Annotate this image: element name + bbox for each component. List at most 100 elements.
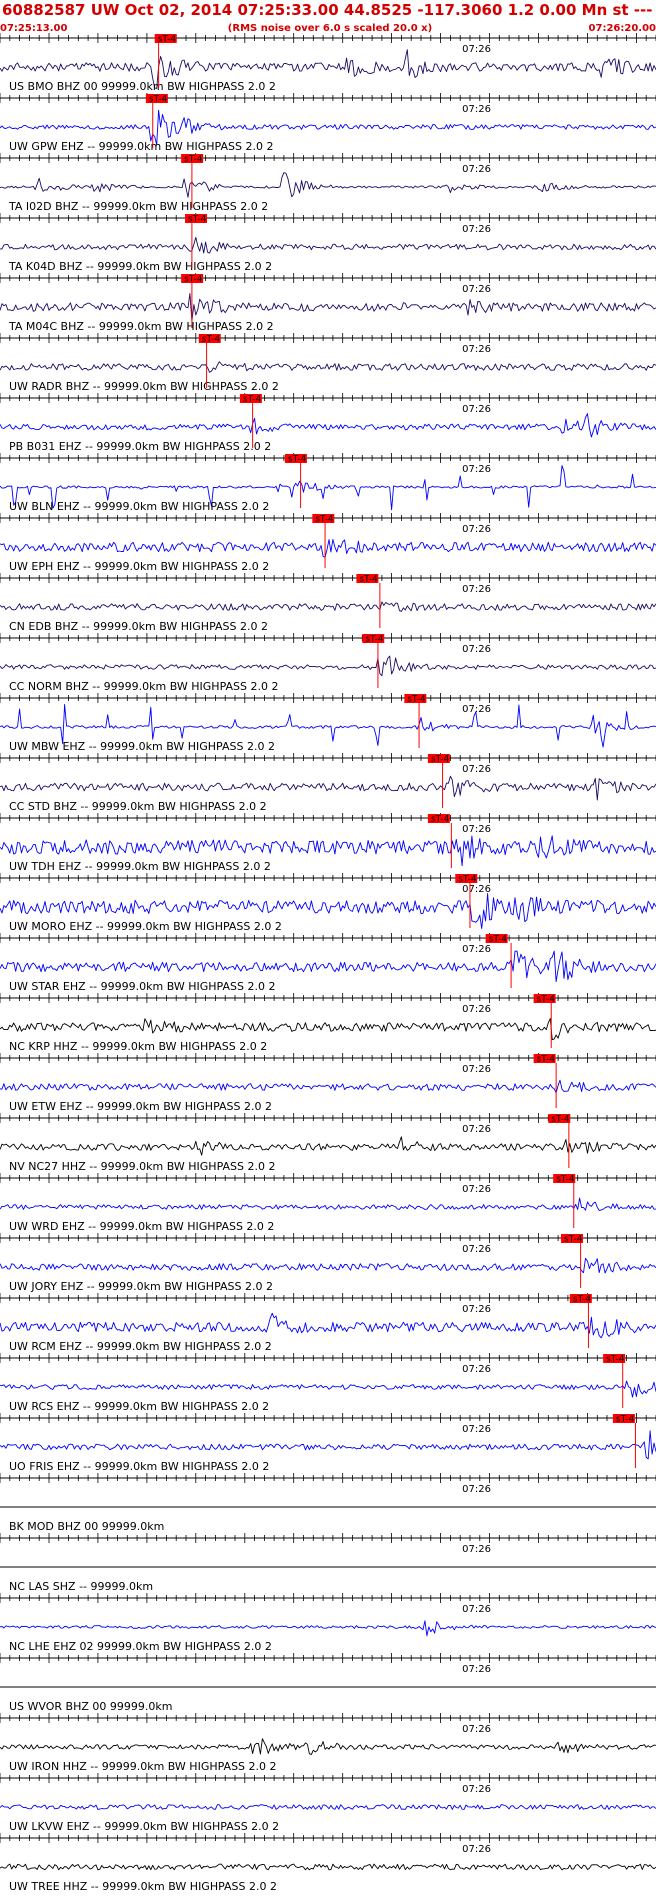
trace-row: 07:26 UW ETW EHZ -- 99999.0km BW HIGHPASS… [0,1053,656,1113]
trace-row: 07:26 CN EDB BHZ -- 99999.0km BW HIGHPASS… [0,573,656,633]
minute-tick-label: 07:26 [462,1364,491,1375]
minute-tick-label: 07:26 [462,164,491,175]
pick-marker-label: sT-4 [184,275,203,285]
pick-marker-label: sT-4 [616,1415,635,1425]
minute-tick-label: 07:26 [462,1004,491,1015]
pick-marker-label: sT-4 [202,335,221,345]
station-label: UW IRON HHZ -- 99999.0km BW HIGHPASS 2.0… [9,1760,277,1773]
window-start-time: 07:25:13.00 [0,23,68,34]
trace-row: 07:26 NC LHE EHZ 02 99999.0km BW HIGHPASS… [0,1593,656,1653]
seismic-waveform [0,361,656,373]
trace-row: 07:26 UW LKVW EHZ -- 99999.0km BW HIGHPAS… [0,1773,656,1833]
seismic-waveform [0,601,656,612]
minute-tick-label: 07:26 [462,104,491,115]
station-label: PB B031 EHZ -- 99999.0km BW HIGHPASS 2.0… [9,440,271,453]
window-end-time: 07:26:20.00 [589,23,656,34]
seismic-waveform [0,1804,656,1810]
trace-row: 07:26 NC LAS SHZ -- 99999.0km [0,1533,656,1593]
seismic-waveform [0,1017,656,1041]
minute-tick-label: 07:26 [462,464,491,475]
station-label: UW STAR EHZ -- 99999.0km BW HIGHPASS 2.0… [9,980,275,993]
minute-tick-label: 07:26 [462,824,491,835]
pick-marker-label: sT-4 [365,635,384,645]
trace-row: 07:26 UW STAR EHZ -- 99999.0km BW HIGHPAS… [0,933,656,993]
noise-scaling-note: (RMS noise over 6.0 s scaled 20.0 x) [228,23,432,34]
station-label: US WVOR BHZ 00 99999.0km [9,1700,172,1713]
minute-tick-label: 07:26 [462,884,491,895]
seismic-waveform [0,413,656,438]
trace-row: 07:26 US WVOR BHZ 00 99999.0km [0,1653,656,1713]
trace-list: 07:26 US BMO BHZ 00 99999.0km BW HIGHPASS… [0,33,656,1893]
trace-row: 07:26 BK MOD BHZ 00 99999.0km [0,1473,656,1533]
station-label: TA K04D BHZ -- 99999.0km BW HIGHPASS 2.0… [8,260,272,273]
seismic-waveform [0,1738,656,1755]
seismic-waveform [0,1430,656,1460]
pick-marker-label: sT-4 [551,1115,570,1125]
minute-tick-label: 07:26 [462,644,491,655]
trace-row: 07:26 UW JORY EHZ -- 99999.0km BW HIGHPAS… [0,1233,656,1293]
trace-row: 07:26 UW RCM EHZ -- 99999.0km BW HIGHPASS… [0,1293,656,1353]
station-label: UW EPH EHZ -- 99999.0km BW HIGHPASS 2.0 … [9,560,269,573]
minute-tick-label: 07:26 [462,224,491,235]
trace-row: 07:26 UW WRD EHZ -- 99999.0km BW HIGHPASS… [0,1173,656,1233]
station-label: CC STD BHZ -- 99999.0km BW HIGHPASS 2.0 … [9,800,267,813]
station-label: UW LKVW EHZ -- 99999.0km BW HIGHPASS 2.0… [9,1820,279,1833]
station-label: UW TDH EHZ -- 99999.0km BW HIGHPASS 2.0 … [9,860,271,873]
minute-tick-label: 07:26 [462,44,491,55]
station-label: NV NC27 HHZ -- 99999.0km BW HIGHPASS 2.0… [9,1160,275,1173]
seismic-waveform [0,236,656,254]
station-label: UW TREE HHZ -- 99999.0km BW HIGHPASS 2.0… [9,1880,277,1893]
trace-row: 07:26 UW RCS EHZ -- 99999.0km BW HIGHPASS… [0,1353,656,1413]
trace-row: 07:26 UW MBW EHZ -- 99999.0km BW HIGHPASS… [0,693,656,753]
minute-tick-label: 07:26 [462,1304,491,1315]
seismic-waveform [0,1197,656,1211]
trace-row: 07:26 TA M04C BHZ -- 99999.0km BW HIGHPAS… [0,273,656,333]
minute-tick-label: 07:26 [462,1604,491,1615]
station-label: TA M04C BHZ -- 99999.0km BW HIGHPASS 2.0… [8,320,274,333]
trace-row: 07:26 UW EPH EHZ -- 99999.0km BW HIGHPASS… [0,513,656,573]
seismic-waveform [0,1136,656,1156]
trace-row: 07:26 UO FRIS EHZ -- 99999.0km BW HIGHPAS… [0,1413,656,1473]
station-label: US BMO BHZ 00 99999.0km BW HIGHPASS 2.0 … [9,80,276,93]
minute-tick-label: 07:26 [462,404,491,415]
trace-row: 07:26 UW RADR BHZ -- 99999.0km BW HIGHPAS… [0,333,656,393]
minute-tick-label: 07:26 [462,524,491,535]
minute-tick-label: 07:26 [462,1544,491,1555]
minute-tick-label: 07:26 [462,284,491,295]
minute-tick-label: 07:26 [462,584,491,595]
seismic-waveform [0,1257,656,1274]
seismic-waveform [0,1079,656,1094]
trace-row: 07:26 PB B031 EHZ -- 99999.0km BW HIGHPAS… [0,393,656,453]
trace-row: 07:26 TA I02D BHZ -- 99999.0km BW HIGHPAS… [0,153,656,213]
seismic-waveform [0,292,656,322]
minute-tick-label: 07:26 [462,944,491,955]
pick-marker-label: sT-4 [188,215,207,225]
pick-marker-label: sT-4 [288,455,307,465]
minute-tick-label: 07:26 [462,1184,491,1195]
seismic-waveform [0,1312,656,1339]
minute-tick-label: 07:26 [462,1424,491,1435]
seismic-waveform [0,655,656,677]
station-label: UW MORO EHZ -- 99999.0km BW HIGHPASS 2.0… [9,920,282,933]
station-label: UW RCM EHZ -- 99999.0km BW HIGHPASS 2.0 … [9,1340,272,1353]
station-label: UW RCS EHZ -- 99999.0km BW HIGHPASS 2.0 … [9,1400,269,1413]
pick-marker-label: sT-4 [564,1235,583,1245]
pick-marker-label: sT-4 [158,35,177,45]
station-label: UW GPW EHZ -- 99999.0km BW HIGHPASS 2.0 … [9,140,273,153]
station-label: CC NORM BHZ -- 99999.0km BW HIGHPASS 2.0… [9,680,278,693]
station-label: UW RADR BHZ -- 99999.0km BW HIGHPASS 2.0… [9,380,279,393]
pick-marker-label: sT-4 [537,995,556,1005]
seismic-waveform [0,1863,656,1871]
pick-marker-label: sT-4 [606,1355,625,1365]
seismic-waveform [0,775,656,801]
station-label: NC LHE EHZ 02 99999.0km BW HIGHPASS 2.0 … [9,1640,272,1653]
minute-tick-label: 07:26 [462,1724,491,1735]
pick-marker-label: sT-4 [489,935,508,945]
trace-row: 07:26 CC STD BHZ -- 99999.0km BW HIGHPASS… [0,753,656,813]
pick-marker-label: sT-4 [149,95,168,105]
station-label: UW ETW EHZ -- 99999.0km BW HIGHPASS 2.0 … [9,1100,272,1113]
trace-row: 07:26 CC NORM BHZ -- 99999.0km BW HIGHPAS… [0,633,656,693]
seismic-waveform [0,539,656,558]
trace-row: 07:26 UW IRON HHZ -- 99999.0km BW HIGHPAS… [0,1713,656,1773]
trace-row: 07:26 UW GPW EHZ -- 99999.0km BW HIGHPASS… [0,93,656,153]
